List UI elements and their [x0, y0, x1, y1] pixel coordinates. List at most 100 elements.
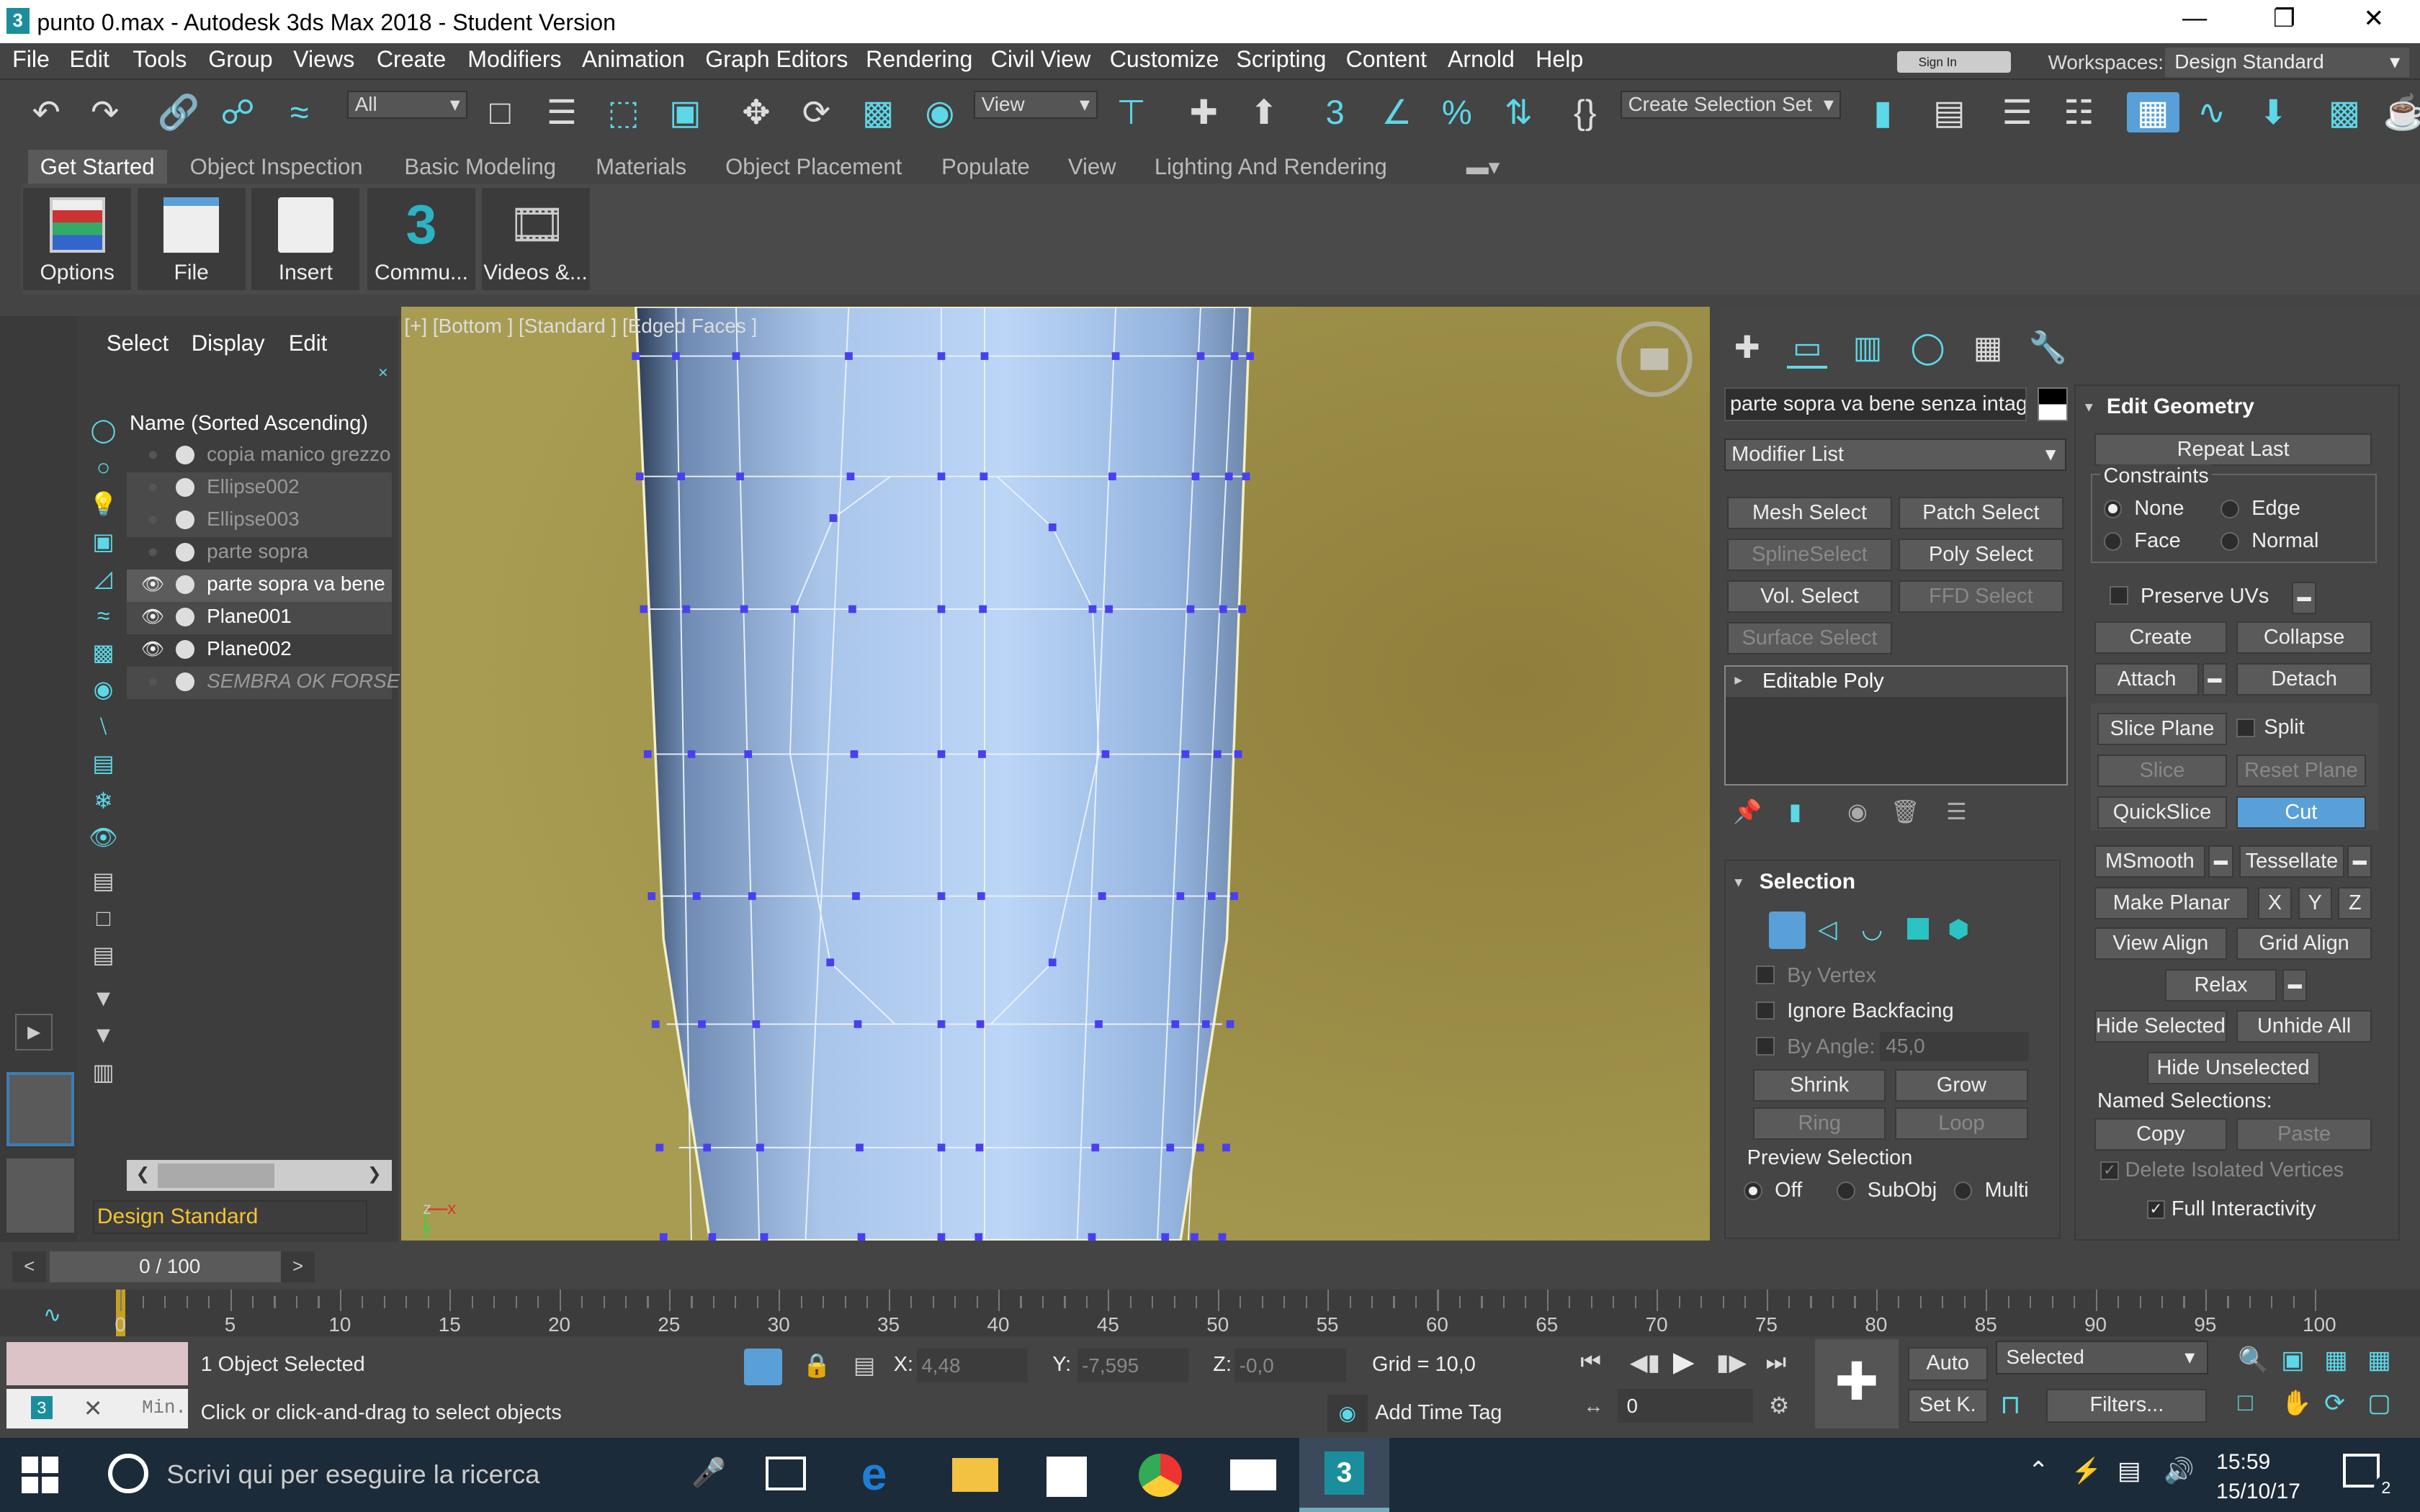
vertex[interactable]	[974, 1233, 983, 1241]
expand-arrow-icon[interactable]: ▸	[1734, 671, 1742, 689]
vertex[interactable]	[1181, 750, 1190, 759]
tessellate-button[interactable]: Tessellate	[2239, 845, 2344, 878]
paste-button[interactable]: Paste	[2236, 1118, 2372, 1151]
file-explorer-icon[interactable]	[952, 1457, 999, 1493]
previous-key-icon[interactable]: ◀▮	[1630, 1349, 1660, 1376]
orbit-icon[interactable]: ⟳	[2324, 1389, 2345, 1418]
ffd-select-button[interactable]: FFD Select	[1898, 580, 2063, 613]
msmooth-settings-icon[interactable]: ▬	[2208, 845, 2233, 878]
layer-explorer-icon[interactable]: ☷	[2059, 92, 2099, 132]
show-hidden-icons-icon[interactable]: ⌃	[2028, 1457, 2049, 1485]
menu-content[interactable]: Content	[1346, 46, 1428, 73]
vertex-mode-icon[interactable]	[1768, 912, 1806, 949]
vertex[interactable]	[652, 1020, 660, 1029]
align-icon[interactable]: ▤	[1930, 92, 1970, 132]
vertex[interactable]	[740, 606, 748, 613]
collapse-arrow-icon[interactable]: ▾	[2085, 398, 2093, 416]
go-to-start-icon[interactable]: ⏮	[1580, 1349, 1601, 1376]
undo-icon[interactable]: ↶	[26, 92, 66, 132]
vertex[interactable]	[1088, 606, 1097, 613]
visibility-off-icon[interactable]: ●	[139, 444, 167, 466]
vertex[interactable]	[852, 892, 860, 901]
y-coordinate-field[interactable]: -7,595	[1077, 1348, 1188, 1382]
vertex[interactable]	[1171, 1020, 1180, 1029]
vertex[interactable]	[979, 606, 987, 613]
vertex[interactable]	[1191, 472, 1200, 481]
display-all-icon[interactable]: ▤	[88, 865, 119, 896]
vertex[interactable]	[1161, 1233, 1170, 1241]
vertex[interactable]	[677, 472, 686, 481]
constraint-face-radio[interactable]	[2103, 532, 2123, 551]
list-item[interactable]: 👁 Plane002	[127, 634, 393, 667]
display-geometry-icon[interactable]: ◯	[88, 415, 119, 446]
full-interactivity-checkbox[interactable]: ✓	[2146, 1200, 2166, 1219]
vertex[interactable]	[1196, 1143, 1204, 1152]
time-slider[interactable]: < 0 / 100 >	[12, 1250, 2420, 1284]
expand-arrow-icon[interactable]: ▶	[15, 1013, 53, 1051]
menu-scripting[interactable]: Scripting	[1236, 46, 1326, 73]
vertex[interactable]	[857, 1233, 866, 1241]
add-time-tag-button[interactable]: Add Time Tag	[1375, 1401, 1502, 1425]
list-item[interactable]: ● Ellipse003	[126, 504, 393, 537]
create-tab-icon[interactable]: ✚	[1727, 328, 1767, 369]
time-tag-icon[interactable]: ◉	[1327, 1395, 1368, 1432]
minimize-button[interactable]: —	[2164, 4, 2226, 38]
material-editor-icon[interactable]: ▩	[2324, 92, 2365, 132]
link-icon[interactable]: 🔗	[158, 92, 200, 132]
file-button[interactable]: File	[137, 188, 246, 290]
patch-select-button[interactable]: Patch Select	[1898, 496, 2063, 529]
edge-mode-icon[interactable]: ◁	[1818, 915, 1837, 944]
relax-settings-icon[interactable]: ▬	[2282, 968, 2308, 1002]
viewport-layout-tab[interactable]	[6, 1158, 74, 1233]
se-menu-edit[interactable]: Edit	[289, 330, 328, 356]
mirror-icon[interactable]: ▮	[1863, 92, 1903, 132]
menu-modifiers[interactable]: Modifiers	[467, 46, 561, 73]
list-item[interactable]: ● SEMBRA OK FORSE	[126, 666, 400, 699]
by-vertex-checkbox[interactable]	[1756, 966, 1775, 984]
go-to-end-icon[interactable]: ⏭	[1765, 1349, 1786, 1376]
vertex[interactable]	[1101, 750, 1110, 759]
schematic-view-icon[interactable]: ⬇	[2254, 92, 2294, 132]
display-containers-icon[interactable]: ▤	[88, 748, 119, 779]
grid-align-button[interactable]: Grid Align	[2236, 927, 2372, 960]
split-checkbox[interactable]	[2236, 719, 2255, 738]
snaps-toggle-icon[interactable]: 3	[1315, 92, 1355, 132]
window-crossing-icon[interactable]: ▣	[666, 92, 706, 132]
vertex[interactable]	[937, 472, 946, 481]
task-view-icon[interactable]	[765, 1456, 806, 1490]
menu-arnold[interactable]: Arnold	[1448, 46, 1515, 73]
mail-icon[interactable]	[1229, 1459, 1277, 1490]
utilities-tab-icon[interactable]: 🔧	[2028, 328, 2069, 369]
angle-snap-icon[interactable]: ∠	[1376, 92, 1417, 132]
vertex[interactable]	[1108, 472, 1116, 481]
keyboard-shortcut-override-icon[interactable]: ⬆	[1244, 92, 1284, 132]
menu-create[interactable]: Create	[377, 46, 446, 73]
vertex[interactable]	[1202, 1020, 1210, 1029]
named-selection-sets-dropdown[interactable]: Create Selection Set ▾	[1621, 91, 1842, 119]
edge-browser-icon[interactable]: e	[861, 1447, 887, 1500]
pin-stack-icon[interactable]: 📌	[1733, 798, 1762, 825]
object-name-field[interactable]: parte sopra va bene senza intagli	[1724, 387, 2027, 421]
msmooth-button[interactable]: MSmooth	[2094, 845, 2205, 878]
vertex[interactable]	[1088, 1233, 1096, 1241]
planarize-y-button[interactable]: Y	[2298, 886, 2332, 919]
vertex[interactable]	[687, 750, 696, 759]
vertex[interactable]	[640, 606, 648, 613]
mesh-object[interactable]	[635, 307, 1250, 1241]
preserve-uvs-checkbox[interactable]	[2110, 586, 2128, 605]
tab-object-inspection[interactable]: Object Inspection	[177, 150, 375, 184]
vertex[interactable]	[846, 472, 855, 481]
menu-rendering[interactable]: Rendering	[866, 46, 972, 73]
constraint-normal-radio[interactable]	[2220, 532, 2240, 551]
visibility-on-icon[interactable]: 👁	[139, 606, 167, 628]
render-setup-icon[interactable]: ☕	[2383, 92, 2420, 132]
cortana-icon[interactable]	[108, 1453, 148, 1494]
unlink-icon[interactable]: ☍	[218, 92, 258, 132]
scale-icon[interactable]: ▩	[858, 92, 898, 132]
pivot-center-icon[interactable]: ⊤	[1111, 92, 1152, 132]
relax-button[interactable]: Relax	[2165, 968, 2277, 1002]
select-manipulate-icon[interactable]: ✚	[1184, 92, 1224, 132]
vertex[interactable]	[937, 1143, 946, 1152]
viewport-bottom[interactable]: [+] [Bottom ] [Standard ] [Edged Faces ]…	[401, 307, 1711, 1241]
rectangular-selection-icon[interactable]: ⬚	[604, 92, 644, 132]
